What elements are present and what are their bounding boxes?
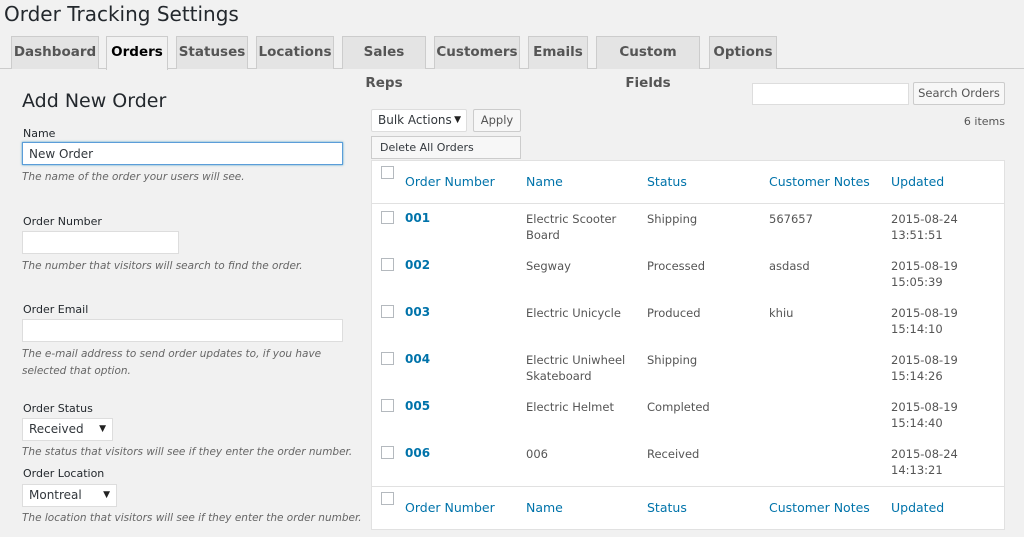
- order-number-label: Order Number: [23, 215, 102, 228]
- order-status: Produced: [647, 306, 701, 320]
- add-order-title: Add New Order: [22, 90, 167, 112]
- order-number-link[interactable]: 001: [405, 210, 430, 226]
- row-checkbox[interactable]: [381, 305, 394, 318]
- tab-custom-fields[interactable]: Custom Fields: [596, 36, 700, 91]
- order-number-link[interactable]: 004: [405, 351, 430, 367]
- order-status: Completed: [647, 400, 710, 414]
- column-footer-customer-notes[interactable]: Customer Notes: [769, 500, 870, 515]
- updated-date: 2015-08-24 13:51:51: [891, 212, 958, 242]
- updated-date: 2015-08-19 15:14:40: [891, 400, 958, 430]
- column-footer-status[interactable]: Status: [647, 500, 687, 515]
- column-header-updated[interactable]: Updated: [891, 174, 944, 189]
- customer-notes: 567657: [769, 212, 813, 226]
- order-status-select[interactable]: Received ▼: [22, 418, 113, 441]
- customer-notes: khiu: [769, 306, 794, 320]
- order-number-link[interactable]: 005: [405, 398, 430, 414]
- row-checkbox[interactable]: [381, 446, 394, 459]
- column-header-order-number[interactable]: Order Number: [405, 174, 495, 189]
- select-all-checkbox-footer[interactable]: [381, 492, 394, 505]
- order-status: Shipping: [647, 212, 698, 226]
- column-footer-order-number[interactable]: Order Number: [405, 500, 495, 515]
- name-input[interactable]: [22, 142, 343, 165]
- order-status-value: Received: [29, 422, 84, 436]
- page-title: Order Tracking Settings: [4, 2, 239, 26]
- header-divider: [372, 203, 1004, 204]
- order-status: Received: [647, 447, 700, 461]
- row-checkbox[interactable]: [381, 211, 394, 224]
- updated-date: 2015-08-24 14:13:21: [891, 447, 958, 477]
- tab-orders[interactable]: Orders: [106, 36, 168, 70]
- order-location-label: Order Location: [23, 467, 105, 480]
- order-email-input[interactable]: [22, 319, 343, 342]
- order-name: Segway: [526, 259, 571, 273]
- order-email-label: Order Email: [23, 303, 89, 316]
- column-header-name[interactable]: Name: [526, 174, 563, 189]
- order-status: Shipping: [647, 353, 698, 367]
- tab-emails[interactable]: Emails: [528, 36, 588, 69]
- chevron-down-icon: ▼: [99, 424, 106, 434]
- order-location-value: Montreal: [29, 488, 82, 502]
- name-description: The name of the order your users will se…: [22, 171, 245, 183]
- order-number-link[interactable]: 002: [405, 257, 430, 273]
- order-number-link[interactable]: 006: [405, 445, 430, 461]
- column-header-customer-notes[interactable]: Customer Notes: [769, 174, 870, 189]
- column-footer-name[interactable]: Name: [526, 500, 563, 515]
- order-number-description: The number that visitors will search to …: [22, 260, 303, 272]
- order-name: Electric Unicycle: [526, 306, 621, 320]
- row-checkbox[interactable]: [381, 352, 394, 365]
- bulk-actions-select[interactable]: Bulk Actions ▼: [371, 109, 467, 132]
- order-location-select[interactable]: Montreal ▼: [22, 484, 117, 507]
- updated-date: 2015-08-19 15:14:26: [891, 353, 958, 383]
- tab-options[interactable]: Options: [709, 36, 777, 69]
- column-header-status[interactable]: Status: [647, 174, 687, 189]
- search-orders-input[interactable]: [752, 83, 909, 105]
- select-all-checkbox[interactable]: [381, 166, 394, 179]
- chevron-down-icon: ▼: [454, 115, 461, 125]
- tab-sales-reps[interactable]: Sales Reps: [342, 36, 426, 91]
- orders-table: Order Number Name Status Customer Notes …: [371, 160, 1005, 530]
- order-email-description: The e-mail address to send order updates…: [22, 348, 322, 377]
- order-location-description: The location that visitors will see if t…: [22, 512, 362, 524]
- tab-customers[interactable]: Customers: [434, 36, 520, 69]
- row-checkbox[interactable]: [381, 399, 394, 412]
- tab-statuses[interactable]: Statuses: [176, 36, 248, 69]
- bulk-option-delete-all[interactable]: Delete All Orders: [371, 136, 521, 159]
- customer-notes: asdasd: [769, 259, 810, 273]
- order-status-description: The status that visitors will see if the…: [22, 446, 353, 458]
- order-number-input[interactable]: [22, 231, 179, 254]
- updated-date: 2015-08-19 15:14:10: [891, 306, 958, 336]
- footer-divider: [372, 486, 1004, 487]
- order-status: Processed: [647, 259, 705, 273]
- tab-dashboard[interactable]: Dashboard: [11, 36, 99, 69]
- order-name: Electric Scooter Board: [526, 212, 617, 242]
- column-footer-updated[interactable]: Updated: [891, 500, 944, 515]
- chevron-down-icon: ▼: [103, 490, 110, 500]
- apply-button[interactable]: Apply: [473, 109, 521, 132]
- bulk-actions-value: Bulk Actions: [378, 113, 452, 127]
- order-name: Electric Uniwheel Skateboard: [526, 353, 626, 383]
- search-orders-button[interactable]: Search Orders: [913, 82, 1005, 105]
- order-status-label: Order Status: [23, 402, 93, 415]
- order-number-link[interactable]: 003: [405, 304, 430, 320]
- order-name: 006: [526, 447, 548, 461]
- row-checkbox[interactable]: [381, 258, 394, 271]
- tab-bar: Dashboard Orders Statuses Locations Sale…: [0, 36, 1024, 91]
- tab-locations[interactable]: Locations: [256, 36, 334, 69]
- items-count: 6 items: [963, 115, 1005, 128]
- updated-date: 2015-08-19 15:05:39: [891, 259, 958, 289]
- order-name: Electric Helmet: [526, 400, 614, 414]
- name-label: Name: [23, 127, 56, 140]
